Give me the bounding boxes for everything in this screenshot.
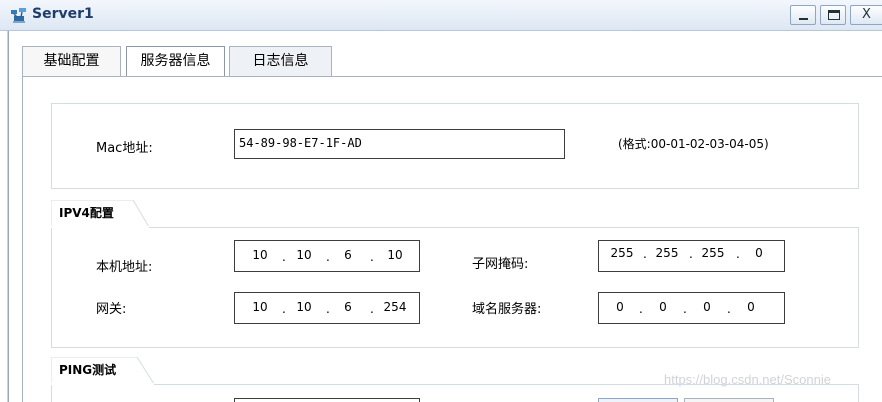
- octet-separator: .: [639, 302, 643, 316]
- octet-separator: .: [736, 247, 740, 261]
- dns-server-label: 域名服务器:: [472, 302, 542, 317]
- octet-separator: .: [326, 250, 330, 264]
- maximize-button[interactable]: [820, 5, 846, 25]
- watermark-text: https://blog.csdn.net/Sconnie: [664, 372, 831, 387]
- octet-separator: .: [689, 247, 693, 261]
- octet-separator: .: [326, 302, 330, 316]
- local-address-octet-2[interactable]: 10: [289, 248, 319, 262]
- octet-separator: .: [683, 302, 687, 316]
- ipv4-title-label: IPV4配置: [59, 206, 114, 220]
- ping-stop-button[interactable]: [684, 398, 774, 402]
- local-address-field[interactable]: 10 . 10 . 6 . 10: [234, 240, 420, 272]
- tab-underline: [22, 76, 882, 77]
- window-title: Server1: [32, 6, 94, 22]
- octet-separator: .: [370, 250, 374, 264]
- octet-separator: .: [643, 247, 647, 261]
- ping-group-title: PING测试: [51, 357, 156, 385]
- subnet-mask-octet-1[interactable]: 255: [607, 246, 637, 260]
- octet-separator: .: [727, 302, 731, 316]
- gateway-octet-3[interactable]: 6: [333, 300, 363, 314]
- panel-border: [22, 76, 23, 402]
- gateway-field[interactable]: 10 . 10 . 6 . 254: [234, 292, 420, 324]
- dns-server-octet-1[interactable]: 0: [605, 300, 635, 314]
- local-address-octet-3[interactable]: 6: [333, 248, 363, 262]
- dns-server-octet-2[interactable]: 0: [648, 300, 678, 314]
- tab-basic-config[interactable]: 基础配置: [22, 46, 121, 76]
- ipv4-group-title: IPV4配置: [51, 200, 151, 228]
- close-icon: X: [862, 7, 871, 22]
- ping-target-field[interactable]: [234, 398, 420, 402]
- minimize-icon: [799, 18, 808, 20]
- mac-label: Mac地址:: [96, 141, 153, 156]
- close-button[interactable]: X: [850, 5, 882, 25]
- mac-address-field[interactable]: 54-89-98-E7-1F-AD: [234, 129, 565, 159]
- subnet-mask-octet-2[interactable]: 255: [652, 246, 682, 260]
- gateway-label: 网关:: [96, 302, 127, 317]
- local-address-octet-4[interactable]: 10: [380, 248, 410, 262]
- subnet-mask-field[interactable]: 255 . 255 . 255 . 0: [598, 240, 785, 272]
- server-icon: [11, 8, 26, 23]
- tab-server-info[interactable]: 服务器信息: [126, 46, 225, 76]
- dns-server-octet-3[interactable]: 0: [692, 300, 722, 314]
- octet-separator: .: [282, 302, 286, 316]
- subnet-mask-octet-4[interactable]: 0: [744, 246, 774, 260]
- ping-start-button[interactable]: [598, 398, 678, 402]
- tab-log-info[interactable]: 日志信息: [229, 46, 332, 76]
- octet-separator: .: [370, 302, 374, 316]
- local-address-octet-1[interactable]: 10: [245, 248, 275, 262]
- octet-separator: .: [282, 250, 286, 264]
- maximize-icon: [828, 10, 840, 20]
- mac-format-hint: (格式:00-01-02-03-04-05): [618, 137, 769, 151]
- ping-title-label: PING测试: [59, 363, 117, 377]
- subnet-mask-octet-3[interactable]: 255: [698, 246, 728, 260]
- dns-server-field[interactable]: 0 . 0 . 0 . 0: [598, 292, 785, 324]
- window-left-border: [0, 31, 8, 402]
- dns-server-octet-4[interactable]: 0: [736, 300, 766, 314]
- local-address-label: 本机地址:: [96, 260, 153, 275]
- subnet-mask-label: 子网掩码:: [472, 257, 529, 272]
- gateway-octet-4[interactable]: 254: [380, 300, 410, 314]
- gateway-octet-1[interactable]: 10: [245, 300, 275, 314]
- gateway-octet-2[interactable]: 10: [289, 300, 319, 314]
- title-bar[interactable]: Server1 X: [0, 0, 882, 31]
- minimize-button[interactable]: [790, 5, 816, 25]
